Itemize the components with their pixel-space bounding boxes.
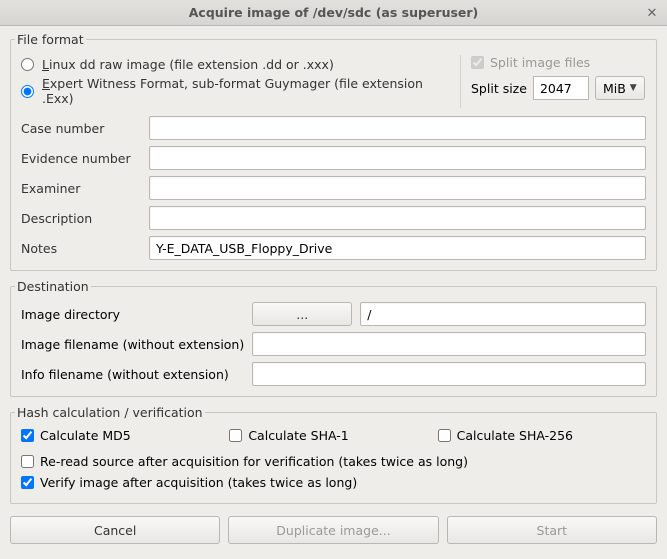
file-format-legend: File format	[15, 32, 86, 47]
split-size-label: Split size	[471, 81, 527, 96]
start-button: Start	[447, 516, 657, 544]
reread-checkbox[interactable]	[21, 455, 34, 468]
info-filename-input[interactable]	[252, 362, 646, 386]
destination-legend: Destination	[15, 279, 91, 294]
sha256-label: Calculate SHA-256	[457, 428, 573, 443]
examiner-label: Examiner	[21, 181, 141, 196]
notes-input[interactable]	[149, 236, 646, 260]
info-filename-label: Info filename (without extension)	[21, 367, 244, 382]
image-filename-label: Image filename (without extension)	[21, 337, 244, 352]
duplicate-image-button: Duplicate image...	[228, 516, 438, 544]
verify-checkbox[interactable]	[21, 476, 34, 489]
case-number-label: Case number	[21, 121, 141, 136]
verify-label: Verify image after acquisition (takes tw…	[40, 475, 357, 490]
button-bar: Cancel Duplicate image... Start	[10, 516, 657, 544]
image-directory-label: Image directory	[21, 307, 244, 322]
case-number-input[interactable]	[149, 116, 646, 140]
format-dd-radio[interactable]	[21, 58, 34, 71]
description-input[interactable]	[149, 206, 646, 230]
description-label: Description	[21, 211, 141, 226]
image-directory-input[interactable]	[360, 302, 646, 326]
examiner-input[interactable]	[149, 176, 646, 200]
md5-checkbox[interactable]	[21, 429, 34, 442]
format-ewf-label[interactable]: Expert Witness Format, sub-format Guymag…	[42, 76, 450, 106]
close-icon[interactable]: ✕	[643, 4, 661, 22]
sha256-checkbox[interactable]	[438, 429, 451, 442]
cancel-button[interactable]: Cancel	[10, 516, 220, 544]
reread-label: Re-read source after acquisition for ver…	[40, 454, 468, 469]
sha1-checkbox[interactable]	[229, 429, 242, 442]
dialog-content: File format Linux dd raw image (file ext…	[0, 26, 667, 556]
format-ewf-radio[interactable]	[21, 85, 34, 98]
split-unit-value: MiB	[603, 81, 626, 96]
evidence-number-input[interactable]	[149, 146, 646, 170]
split-image-files-label: Split image files	[490, 55, 590, 70]
chevron-down-icon: ▼	[630, 83, 637, 93]
image-filename-input[interactable]	[252, 332, 646, 356]
browse-button[interactable]: ...	[252, 302, 352, 326]
format-dd-label[interactable]: Linux dd raw image (file extension .dd o…	[42, 57, 334, 72]
evidence-number-label: Evidence number	[21, 151, 141, 166]
hash-legend: Hash calculation / verification	[15, 405, 205, 420]
hash-section: Hash calculation / verification Calculat…	[10, 405, 657, 504]
file-format-section: File format Linux dd raw image (file ext…	[10, 32, 657, 271]
notes-label: Notes	[21, 241, 141, 256]
titlebar: Acquire image of /dev/sdc (as superuser)…	[0, 0, 667, 26]
split-image-files-checkbox	[471, 56, 484, 69]
split-unit-combo[interactable]: MiB ▼	[595, 76, 645, 100]
split-size-input[interactable]	[533, 76, 589, 100]
destination-section: Destination Image directory ... Image fi…	[10, 279, 657, 397]
md5-label: Calculate MD5	[40, 428, 131, 443]
window-title: Acquire image of /dev/sdc (as superuser)	[189, 5, 479, 20]
sha1-label: Calculate SHA-1	[248, 428, 348, 443]
